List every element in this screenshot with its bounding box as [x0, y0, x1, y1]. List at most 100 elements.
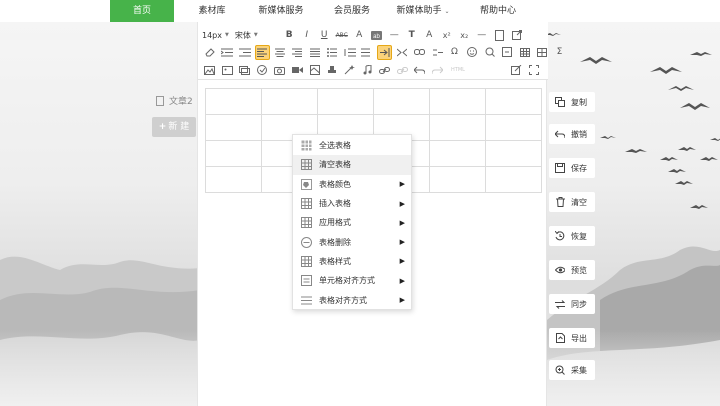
new-page-icon[interactable] — [492, 28, 507, 43]
video-icon[interactable] — [290, 63, 305, 78]
indent-icon[interactable] — [220, 45, 235, 60]
link-insert-icon[interactable] — [377, 63, 392, 78]
table-cell[interactable] — [205, 114, 262, 141]
line-spacing-icon[interactable] — [342, 45, 357, 60]
table-cell[interactable] — [261, 88, 318, 115]
font-color-button[interactable]: A — [352, 28, 367, 43]
menu-item-apply-format[interactable]: 应用格式 ▶ — [293, 213, 411, 232]
export-button[interactable]: 导出 — [549, 328, 595, 348]
paragraph-spacing-icon[interactable] — [360, 45, 375, 60]
table-cell[interactable] — [205, 140, 262, 167]
collect-button[interactable]: 采集 — [549, 360, 595, 380]
map-icon[interactable] — [307, 63, 322, 78]
text-case-button[interactable]: A — [422, 28, 437, 43]
stamp-icon[interactable] — [325, 63, 340, 78]
align-left-icon[interactable] — [254, 44, 270, 60]
menu-item-table-color[interactable]: 表格颜色 ▶ — [293, 175, 411, 194]
music-icon[interactable] — [360, 63, 375, 78]
emoji-icon[interactable] — [465, 45, 480, 60]
clear-format-button[interactable]: T — [404, 28, 419, 43]
sticker-icon[interactable] — [255, 63, 270, 78]
table-cell[interactable] — [429, 114, 486, 141]
table-cell[interactable] — [485, 166, 542, 193]
unlink-disabled-icon[interactable] — [395, 63, 410, 78]
background-image-icon[interactable] — [237, 63, 252, 78]
clear-button[interactable]: 清空 — [549, 192, 595, 212]
underline-button[interactable]: U — [317, 28, 332, 43]
html-source-button[interactable]: HTML — [447, 63, 469, 78]
table-cell[interactable] — [373, 88, 430, 115]
screenshot-icon[interactable] — [272, 63, 287, 78]
menu-item-insert-table[interactable]: 插入表格 ▶ — [293, 194, 411, 213]
strikethrough-button[interactable]: ABC — [334, 28, 349, 43]
undo-arrow-icon[interactable] — [412, 63, 427, 78]
image-icon[interactable] — [202, 63, 217, 78]
format-painter-button[interactable]: — — [474, 28, 489, 43]
align-center-icon[interactable] — [272, 45, 287, 60]
outdent-icon[interactable] — [237, 45, 252, 60]
table-cell[interactable] — [485, 88, 542, 115]
text-direction-icon[interactable] — [377, 44, 392, 60]
eye-icon — [555, 265, 565, 275]
table-icon[interactable] — [517, 45, 532, 60]
list-icon[interactable] — [325, 45, 340, 60]
find-icon[interactable] — [482, 45, 497, 60]
table-cell[interactable] — [485, 114, 542, 141]
undo-button[interactable]: 撤销 — [549, 124, 595, 144]
nav-item-member-service[interactable]: 会员服务 — [326, 0, 378, 22]
edit-icon[interactable] — [509, 62, 524, 77]
table-cell[interactable] — [485, 140, 542, 167]
horizontal-rule-button[interactable]: — — [387, 28, 402, 43]
multi-image-icon[interactable] — [220, 63, 235, 78]
redo-arrow-icon[interactable] — [430, 63, 445, 78]
nav-item-media-service[interactable]: 新媒体服务 — [250, 0, 312, 22]
nav-item-materials[interactable]: 素材库 — [188, 0, 236, 22]
table-cell[interactable] — [205, 166, 262, 193]
nav-item-media-assistant-label: 新媒体助手 — [396, 6, 442, 16]
eraser-icon[interactable] — [202, 45, 217, 60]
menu-item-delete-table[interactable]: 表格删除 ▶ — [293, 232, 411, 251]
menu-item-clear-table[interactable]: 清空表格 — [293, 155, 411, 175]
save-button[interactable]: 保存 — [549, 158, 595, 178]
table-cell[interactable] — [317, 88, 374, 115]
menu-item-label: 全选表格 — [319, 141, 351, 151]
menu-item-table-alignment[interactable]: 表格对齐方式 ▶ — [293, 290, 411, 309]
table-cell[interactable] — [429, 88, 486, 115]
merge-cells-icon[interactable] — [395, 45, 410, 60]
nav-item-help-center[interactable]: 帮助中心 — [468, 0, 528, 22]
fullscreen-icon[interactable] — [527, 62, 542, 77]
table-cell[interactable] — [205, 88, 262, 115]
align-justify-icon[interactable] — [307, 45, 322, 60]
menu-item-cell-alignment[interactable]: 单元格对齐方式 ▶ — [293, 271, 411, 290]
nav-item-media-assistant[interactable]: 新媒体助手 ⌄ — [390, 0, 456, 22]
restore-button[interactable]: 恢复 — [549, 226, 595, 246]
new-document-button[interactable]: + 新 建 — [152, 117, 196, 137]
highlight-color-button[interactable]: ab — [369, 28, 384, 43]
link-icon[interactable] — [412, 45, 427, 60]
unlink-icon[interactable] — [430, 45, 445, 60]
italic-button[interactable]: I — [299, 28, 314, 43]
magic-wand-icon[interactable] — [342, 63, 357, 78]
menu-item-table-style[interactable]: 表格样式 ▶ — [293, 252, 411, 271]
omega-icon[interactable]: Ω — [447, 45, 462, 60]
code-icon[interactable] — [500, 45, 515, 60]
preview-button[interactable]: 预览 — [549, 260, 595, 280]
copy-button[interactable]: 复制 — [549, 92, 595, 112]
image-grid-icon[interactable] — [535, 45, 550, 60]
copy-icon — [555, 97, 565, 107]
subscript-button[interactable]: x₂ — [457, 28, 472, 43]
table-cell[interactable] — [429, 140, 486, 167]
menu-item-select-all-table[interactable]: 全选表格 — [293, 136, 411, 155]
sync-button[interactable]: 同步 — [549, 294, 595, 314]
sigma-icon[interactable]: Σ — [552, 45, 567, 60]
font-family-select[interactable]: 宋体 ▼ — [235, 28, 258, 43]
document-list-item[interactable]: 文章2 — [156, 94, 193, 107]
align-right-icon[interactable] — [290, 45, 305, 60]
export-doc-icon[interactable] — [509, 28, 524, 43]
table-cell[interactable] — [429, 166, 486, 193]
superscript-button[interactable]: x² — [439, 28, 454, 43]
font-size-select[interactable]: 14px ▼ — [202, 28, 229, 43]
bold-button[interactable]: B — [282, 28, 297, 43]
menu-item-label: 表格删除 — [319, 237, 351, 247]
nav-item-home[interactable]: 首页 — [110, 0, 174, 22]
